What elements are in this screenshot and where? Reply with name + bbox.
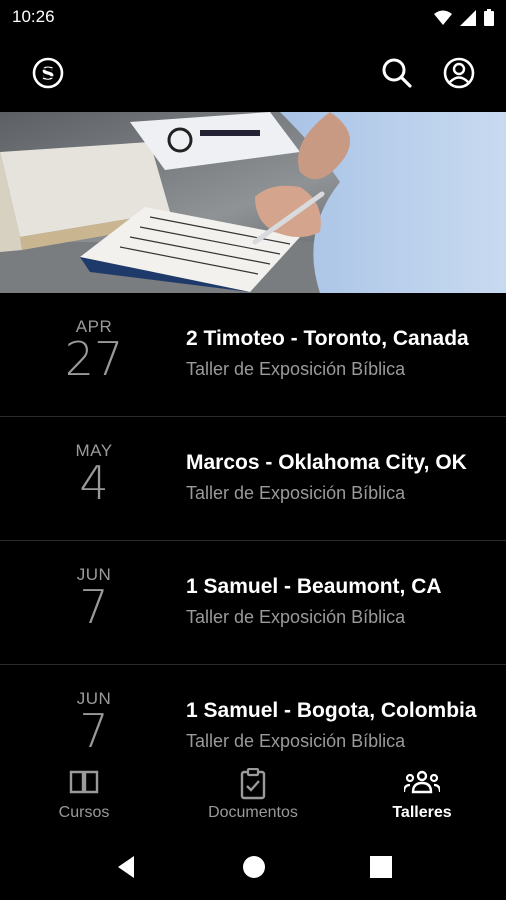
home-icon[interactable] — [241, 854, 267, 880]
event-title: 1 Samuel - Beaumont, CA — [186, 575, 442, 598]
event-date: JUN 7 — [42, 565, 146, 630]
event-row[interactable]: MAY 4 Marcos - Oklahoma City, OK Taller … — [0, 417, 506, 541]
status-time: 10:26 — [12, 7, 55, 26]
signal-icon — [460, 9, 476, 26]
nav-documentos[interactable]: Documentos — [169, 758, 337, 834]
event-day: 7 — [79, 580, 109, 634]
battery-icon — [484, 9, 494, 26]
account-icon[interactable] — [442, 56, 476, 90]
event-day: 7 — [79, 704, 109, 758]
wifi-icon — [434, 10, 452, 25]
system-navigation-bar — [0, 834, 506, 900]
event-date: APR 27 — [42, 317, 146, 382]
event-title: Marcos - Oklahoma City, OK — [186, 451, 467, 474]
event-title: 1 Samuel - Bogota, Colombia — [186, 699, 477, 722]
group-icon — [404, 770, 440, 794]
back-icon[interactable] — [114, 854, 140, 880]
nav-cursos[interactable]: Cursos — [0, 758, 168, 834]
event-list: APR 27 2 Timoteo - Toronto, Canada Talle… — [0, 293, 506, 789]
book-open-icon — [69, 770, 99, 794]
nav-talleres-label: Talleres — [392, 804, 452, 821]
nav-cursos-label: Cursos — [58, 804, 110, 821]
event-day: 4 — [79, 456, 109, 510]
event-date: MAY 4 — [42, 441, 146, 506]
svg-text:S: S — [42, 64, 55, 85]
event-row[interactable]: APR 27 2 Timoteo - Toronto, Canada Talle… — [0, 293, 506, 417]
event-day: 27 — [64, 332, 124, 386]
event-date: JUN 7 — [42, 689, 146, 754]
app-bar: S — [0, 36, 506, 112]
bottom-navigation: Cursos Documentos Talleres — [0, 758, 506, 834]
recents-icon[interactable] — [368, 854, 394, 880]
status-icons — [434, 9, 494, 26]
event-row[interactable]: JUN 7 1 Samuel - Beaumont, CA Taller de … — [0, 541, 506, 665]
clipboard-check-icon — [240, 768, 266, 800]
event-subtitle: Taller de Exposición Bíblica — [186, 607, 406, 627]
event-subtitle: Taller de Exposición Bíblica — [186, 359, 406, 379]
event-title: 2 Timoteo - Toronto, Canada — [186, 327, 469, 350]
banner-image — [0, 112, 506, 293]
event-subtitle: Taller de Exposición Bíblica — [186, 731, 406, 751]
nav-documentos-label: Documentos — [208, 804, 298, 821]
nav-talleres[interactable]: Talleres — [338, 758, 506, 834]
search-icon[interactable] — [380, 56, 414, 90]
status-bar: 10:26 — [0, 0, 506, 36]
s-logo-icon[interactable]: S — [31, 56, 65, 90]
event-subtitle: Taller de Exposición Bíblica — [186, 483, 406, 503]
